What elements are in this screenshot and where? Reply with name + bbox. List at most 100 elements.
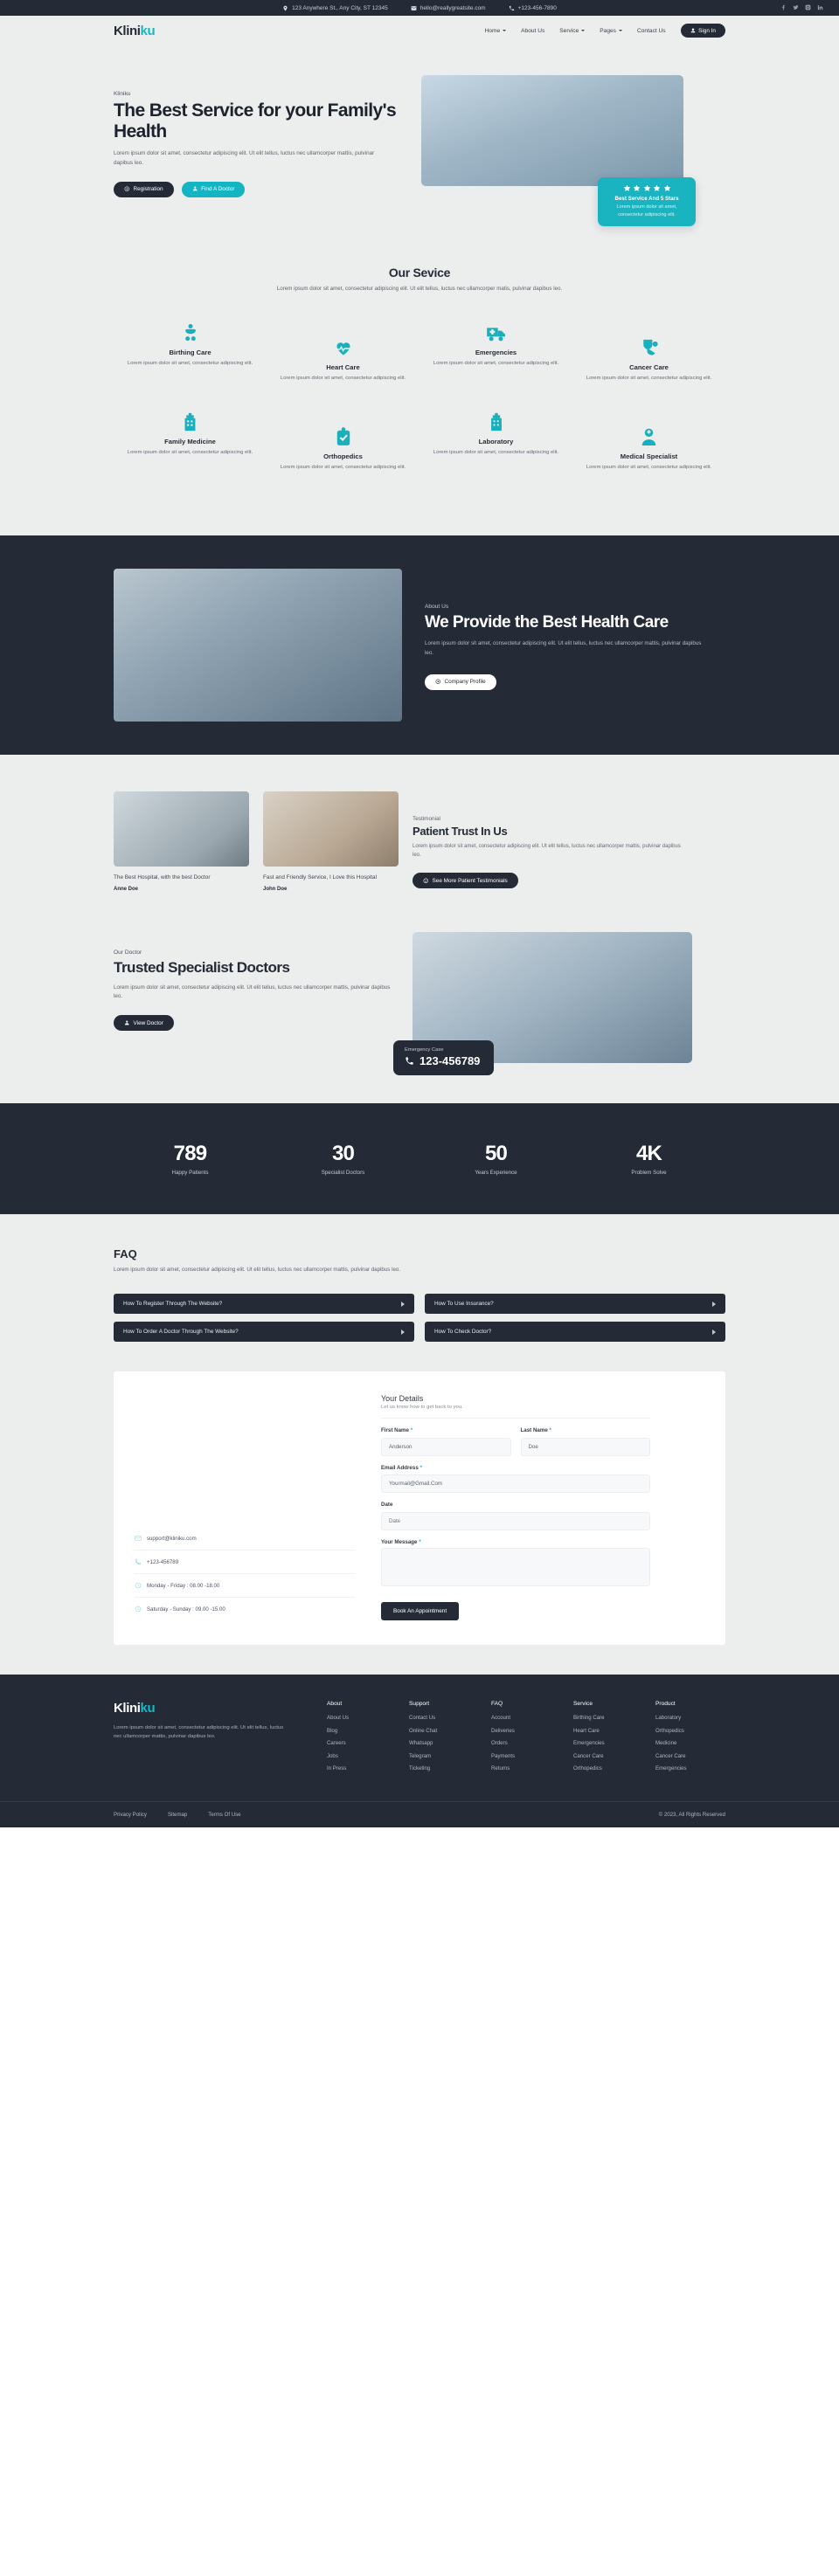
- footer-link[interactable]: Ticketing: [409, 1765, 479, 1771]
- footer-link[interactable]: Orthopedics: [655, 1728, 725, 1734]
- testimonial-description: Lorem ipsum dolor sit amet, consectetur …: [413, 843, 681, 858]
- nav-item-pages-label: Pages: [600, 27, 616, 34]
- date-input[interactable]: [381, 1511, 650, 1530]
- footer-link[interactable]: Emergencies: [655, 1765, 725, 1771]
- emergency-case-number-row[interactable]: 123-456789: [405, 1054, 480, 1067]
- service-card-heart-care[interactable]: Heart Care Lorem ipsum dolor sit amet, c…: [267, 331, 420, 383]
- faq-item[interactable]: How To Register Through The Website?: [114, 1294, 414, 1315]
- contact-hours-weekend-text: Saturday - Sunday : 09.00 -15.00: [147, 1606, 225, 1613]
- doctors-description: Lorem ipsum dolor sit amet, consectetur …: [114, 984, 391, 999]
- footer-link[interactable]: Deliveries: [491, 1728, 561, 1734]
- email-label: Email Address *: [381, 1465, 650, 1471]
- instagram-icon[interactable]: [805, 4, 811, 10]
- star-icon: [633, 184, 641, 192]
- book-appointment-button[interactable]: Book An Appointment: [381, 1602, 460, 1621]
- terms-of-use-link[interactable]: Terms Of Use: [208, 1812, 240, 1818]
- site-footer: Kliniku Lorem ipsum dolor sit amet, cons…: [0, 1675, 839, 1827]
- service-card-orthopedics[interactable]: Orthopedics Lorem ipsum dolor sit amet, …: [267, 420, 420, 472]
- phone-icon: [135, 1558, 141, 1565]
- footer-link[interactable]: Payments: [491, 1753, 561, 1759]
- contact-phone[interactable]: +123-456789: [135, 1550, 355, 1575]
- nav-item-service[interactable]: Service: [559, 28, 586, 34]
- footer-link[interactable]: Contact Us: [409, 1715, 479, 1721]
- nav-item-home[interactable]: Home: [485, 28, 507, 34]
- see-more-testimonials-label: See More Patient Testimonials: [432, 877, 508, 884]
- service-card-birthing-care[interactable]: Birthing Care Lorem ipsum dolor sit amet…: [114, 316, 267, 383]
- twitter-icon[interactable]: [793, 4, 799, 10]
- star-icon: [643, 184, 650, 192]
- footer-link[interactable]: Account: [491, 1715, 561, 1721]
- registration-button[interactable]: Registration: [114, 181, 174, 197]
- footer-legal-links: Privacy Policy Sitemap Terms Of Use: [114, 1812, 241, 1818]
- service-card-medical-specialist[interactable]: Medical Specialist Lorem ipsum dolor sit…: [572, 420, 725, 472]
- footer-link[interactable]: In Press: [327, 1765, 397, 1771]
- faq-item[interactable]: How To Use Insurance?: [425, 1294, 725, 1315]
- footer-link[interactable]: Cancer Care: [655, 1753, 725, 1759]
- faq-title: FAQ: [114, 1247, 137, 1261]
- nav-item-pages[interactable]: Pages: [600, 28, 622, 34]
- footer-link[interactable]: About Us: [327, 1715, 397, 1721]
- testimonial-image: [114, 791, 249, 867]
- appointment-form: Your Details Let us know how to get back…: [376, 1394, 673, 1621]
- star-rating: [606, 184, 688, 192]
- doctor-profile-icon: [125, 1020, 129, 1026]
- faq-item[interactable]: How To Check Doctor?: [425, 1322, 725, 1343]
- service-card-emergencies[interactable]: Emergencies Lorem ipsum dolor sit amet, …: [420, 316, 572, 383]
- contact-email[interactable]: support@kliniku.com: [135, 1527, 355, 1551]
- first-name-label-text: First Name: [381, 1427, 409, 1434]
- nav-item-about-us[interactable]: About Us: [521, 28, 544, 34]
- footer-link[interactable]: Careers: [327, 1740, 397, 1746]
- last-name-input[interactable]: [520, 1437, 650, 1456]
- topbar-email[interactable]: hello@reallygreatsite.com: [411, 5, 486, 11]
- testimonial-card[interactable]: Fast and Friendly Service, I Love this H…: [263, 791, 399, 892]
- footer-link[interactable]: Medicine: [655, 1740, 725, 1746]
- message-textarea[interactable]: [381, 1548, 650, 1587]
- footer-link[interactable]: Blog: [327, 1728, 397, 1734]
- footer-link[interactable]: Online Chat: [409, 1728, 479, 1734]
- service-card-family-medicine[interactable]: Family Medicine Lorem ipsum dolor sit am…: [114, 405, 267, 472]
- footer-link[interactable]: Cancer Care: [573, 1753, 643, 1759]
- footer-link[interactable]: Returns: [491, 1765, 561, 1771]
- testimonial-card[interactable]: The Best Hospital, with the best Doctor …: [114, 791, 249, 893]
- faq-item[interactable]: How To Order A Doctor Through The Websit…: [114, 1322, 414, 1343]
- about-image: [114, 568, 402, 722]
- facebook-icon[interactable]: [780, 4, 787, 10]
- footer-link[interactable]: Telegram: [409, 1753, 479, 1759]
- service-card-cancer-care[interactable]: Cancer Care Lorem ipsum dolor sit amet, …: [572, 331, 725, 383]
- linkedin-icon[interactable]: [817, 4, 823, 10]
- footer-link[interactable]: Orders: [491, 1740, 561, 1746]
- contact-hours-weekend: Saturday - Sunday : 09.00 -15.00: [135, 1598, 355, 1620]
- sign-in-button[interactable]: Sign In: [680, 24, 725, 38]
- see-more-testimonials-button[interactable]: See More Patient Testimonials: [413, 873, 518, 889]
- footer-logo[interactable]: Kliniku: [114, 1701, 315, 1716]
- sitemap-link[interactable]: Sitemap: [168, 1812, 187, 1818]
- privacy-policy-link[interactable]: Privacy Policy: [114, 1812, 147, 1818]
- view-doctor-button[interactable]: View Doctor: [114, 1015, 174, 1032]
- footer-logo-main: Klini: [114, 1701, 141, 1716]
- first-name-input[interactable]: [381, 1437, 511, 1456]
- footer-link[interactable]: Orthopedics: [573, 1765, 643, 1771]
- topbar-phone[interactable]: +123-456-7890: [509, 5, 557, 11]
- footer-column-product: Product Laboratory Orthopedics Medicine …: [655, 1701, 725, 1778]
- site-logo[interactable]: Kliniku: [114, 24, 156, 38]
- find-a-doctor-button[interactable]: Find A Doctor: [181, 181, 246, 197]
- nav-item-contact-us[interactable]: Contact Us: [637, 28, 666, 34]
- doctors-section: Our Doctor Trusted Specialist Doctors Lo…: [0, 927, 839, 1104]
- footer-link[interactable]: Birthing Care: [573, 1715, 643, 1721]
- email-input[interactable]: [381, 1474, 650, 1494]
- hospital-icon: [126, 405, 254, 432]
- company-profile-button[interactable]: Company Profile: [425, 673, 496, 690]
- topbar-phone-text: +123-456-7890: [517, 4, 557, 11]
- service-card-laboratory[interactable]: Laboratory Lorem ipsum dolor sit amet, c…: [420, 405, 572, 472]
- footer-link[interactable]: Emergencies: [573, 1740, 643, 1746]
- chevron-right-icon: [712, 1301, 716, 1307]
- testimonial-author: Anne Doe: [114, 887, 139, 893]
- footer-link[interactable]: Laboratory: [655, 1715, 725, 1721]
- envelope-icon: [411, 5, 417, 10]
- service-title: Emergencies: [475, 348, 517, 356]
- footer-link[interactable]: Jobs: [327, 1753, 397, 1759]
- footer-link[interactable]: Whatsapp: [409, 1740, 479, 1746]
- service-title: Family Medicine: [164, 438, 216, 446]
- footer-link[interactable]: Heart Care: [573, 1728, 643, 1734]
- hero-section: Kliniku The Best Service for your Family…: [0, 45, 839, 260]
